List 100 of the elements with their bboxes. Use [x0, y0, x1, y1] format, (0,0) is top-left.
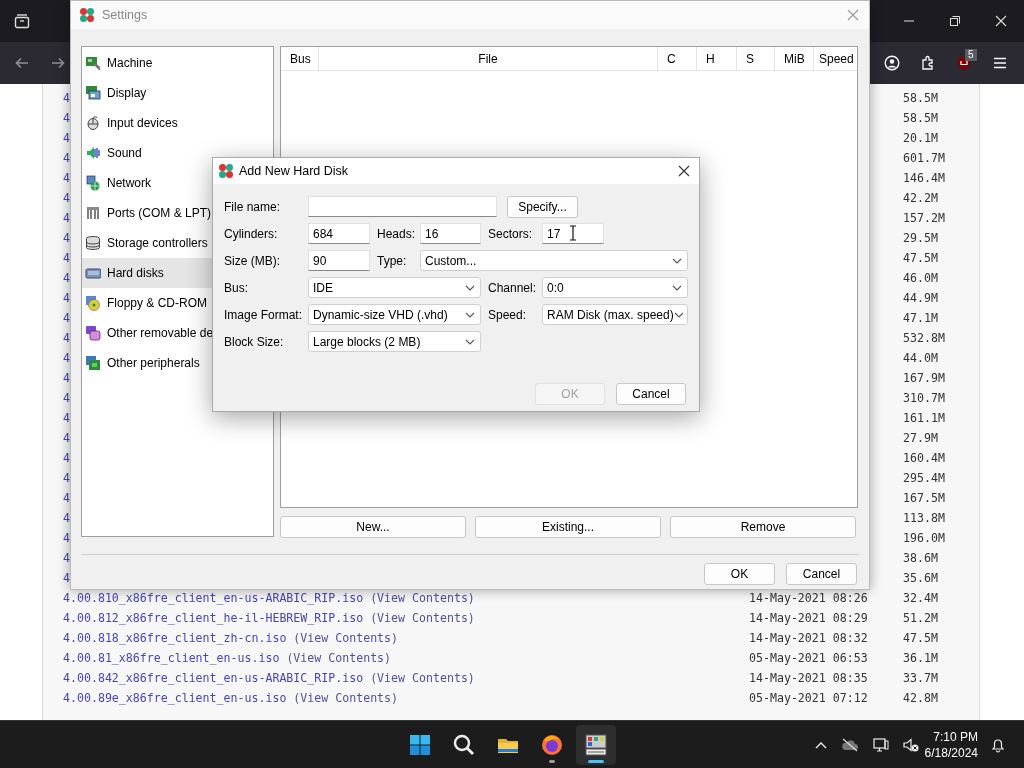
file-link[interactable]: 4.00.810_x86fre_client_en-us-ARABIC_RIP.iso [63, 591, 364, 605]
speed-dropdown[interactable]: RAM Disk (max. speed) [542, 304, 688, 325]
file-link[interactable]: 4 [63, 111, 70, 125]
file-link[interactable]: 4 [63, 371, 70, 385]
file-link[interactable]: 4.00.89e_x86fre_client_en-us.iso [63, 691, 287, 705]
size-field[interactable]: 90 [308, 250, 370, 271]
size-text: 42.2M [903, 191, 938, 205]
account-icon[interactable] [884, 55, 900, 71]
menu-icon[interactable] [992, 55, 1008, 71]
file-link[interactable]: 4.00.81_x86fre_client_en-us.iso [63, 651, 280, 665]
sidebar-item[interactable]: Machine [82, 48, 273, 78]
file-link[interactable]: 4.00.818_x86fre_client_zh-cn.iso [63, 631, 287, 645]
file-name-field[interactable] [308, 196, 497, 217]
sidebar-item[interactable]: Input devices [82, 108, 273, 138]
file-link[interactable]: 4 [63, 431, 70, 445]
cancel-button[interactable]: Cancel [616, 383, 686, 405]
cloud-icon[interactable] [840, 737, 859, 752]
clock[interactable]: 7:10 PM 6/18/2024 [924, 728, 978, 761]
field-label: Channel: [487, 280, 538, 295]
image-format-dropdown[interactable]: Dynamic-size VHD (.vhd) [308, 304, 481, 325]
file-link[interactable]: 4 [63, 411, 70, 425]
type-dropdown[interactable]: Custom... [420, 250, 688, 271]
file-link[interactable]: 4 [63, 151, 70, 165]
chevron-up-icon[interactable] [814, 740, 827, 749]
sectors-field[interactable]: 17 [542, 223, 604, 244]
file-link[interactable]: 4 [63, 531, 70, 545]
specify-button[interactable]: Specify... [507, 195, 578, 218]
column-header[interactable]: MiB [775, 47, 814, 70]
file-link[interactable]: 4 [63, 251, 70, 265]
taskbar-button[interactable] [576, 724, 616, 765]
size-text: 20.1M [903, 131, 938, 145]
maximize-icon[interactable] [949, 15, 961, 27]
column-header[interactable]: File [319, 47, 658, 70]
window-icon[interactable] [14, 13, 30, 29]
size-text: 58.5M [903, 111, 938, 125]
size-text: 44.9M [903, 291, 938, 305]
column-header[interactable]: C [658, 47, 697, 70]
size-text: 157.2M [903, 211, 945, 225]
view-contents-link[interactable]: (View Contents) [370, 671, 475, 685]
channel-dropdown[interactable]: 0:0 [542, 277, 688, 298]
file-link[interactable]: 4 [63, 191, 70, 205]
ok-button[interactable]: OK [704, 563, 775, 585]
size-text: 51.2M [903, 611, 938, 625]
date-text: 14-May-2021 08:26 [749, 591, 868, 605]
file-link[interactable]: 4 [63, 271, 70, 285]
file-link[interactable]: 4 [63, 291, 70, 305]
file-link[interactable]: 4.00.812_x86fre_client_he-il-HEBREW_RIP.iso [63, 611, 364, 625]
action-button[interactable]: Existing... [475, 516, 661, 538]
block-size-dropdown[interactable]: Large blocks (2 MB) [308, 331, 481, 352]
column-header[interactable]: S [737, 47, 775, 70]
view-contents-link[interactable]: (View Contents) [293, 691, 399, 705]
file-link[interactable]: 4 [63, 131, 70, 145]
size-text: 44.0M [903, 351, 938, 365]
back-arrow-icon[interactable] [14, 55, 30, 71]
file-link[interactable]: 4 [63, 551, 70, 565]
file-link[interactable]: 4 [63, 231, 70, 245]
clock-date: 6/18/2024 [924, 744, 978, 761]
app-logo-icon [218, 163, 234, 179]
action-button[interactable]: Remove [670, 516, 856, 538]
action-button[interactable]: New... [280, 516, 466, 538]
view-contents-link[interactable]: (View Contents) [293, 631, 399, 645]
heads-field[interactable]: 16 [420, 223, 481, 244]
puzzle-icon[interactable] [920, 55, 936, 71]
column-header[interactable]: H [697, 47, 737, 70]
column-header[interactable]: Bus [281, 47, 319, 70]
date-text: 05-May-2021 06:53 [749, 651, 868, 665]
search-icon[interactable] [452, 732, 476, 757]
view-contents-link[interactable]: (View Contents) [286, 651, 392, 665]
file-link[interactable]: 4 [63, 471, 70, 485]
cancel-button[interactable]: Cancel [786, 563, 857, 585]
forward-arrow-icon[interactable] [50, 55, 66, 71]
file-link[interactable]: 4.00.842_x86fre_client_en-us-ARABIC_RIP.iso [63, 671, 364, 685]
file-link[interactable]: 4 [63, 571, 70, 585]
database-icon [85, 235, 101, 251]
cylinders-field[interactable]: 684 [308, 223, 370, 244]
file-link[interactable]: 4 [63, 491, 70, 505]
file-link[interactable]: 4 [63, 171, 70, 185]
network-icon[interactable] [872, 736, 889, 753]
size-text: 58.5M [903, 91, 938, 105]
bus-dropdown[interactable]: IDE [308, 277, 481, 298]
file-link[interactable]: 4 [63, 91, 70, 105]
file-link[interactable]: 4 [63, 511, 70, 525]
column-header[interactable]: Speed [814, 47, 857, 70]
windows-icon[interactable] [408, 732, 432, 757]
browser-icon [540, 732, 564, 757]
view-contents-link[interactable]: (View Contents) [370, 611, 475, 625]
file-link[interactable]: 4 [63, 211, 70, 225]
mute-icon[interactable] [902, 736, 919, 753]
file-link[interactable]: 4 [63, 351, 70, 365]
file-link[interactable]: 4 [63, 451, 70, 465]
sidebar-item[interactable]: Display [82, 78, 273, 108]
field-label: Image Format: [224, 307, 304, 322]
file-link[interactable]: 4 [63, 311, 70, 325]
size-text: 146.4M [903, 171, 945, 185]
file-link[interactable]: 4 [63, 391, 70, 405]
view-contents-link[interactable]: (View Contents) [370, 591, 475, 605]
file-link[interactable]: 4 [63, 331, 70, 345]
chevron-down-icon [465, 311, 475, 318]
close-icon[interactable] [678, 165, 690, 177]
bell-icon[interactable] [990, 736, 1006, 753]
